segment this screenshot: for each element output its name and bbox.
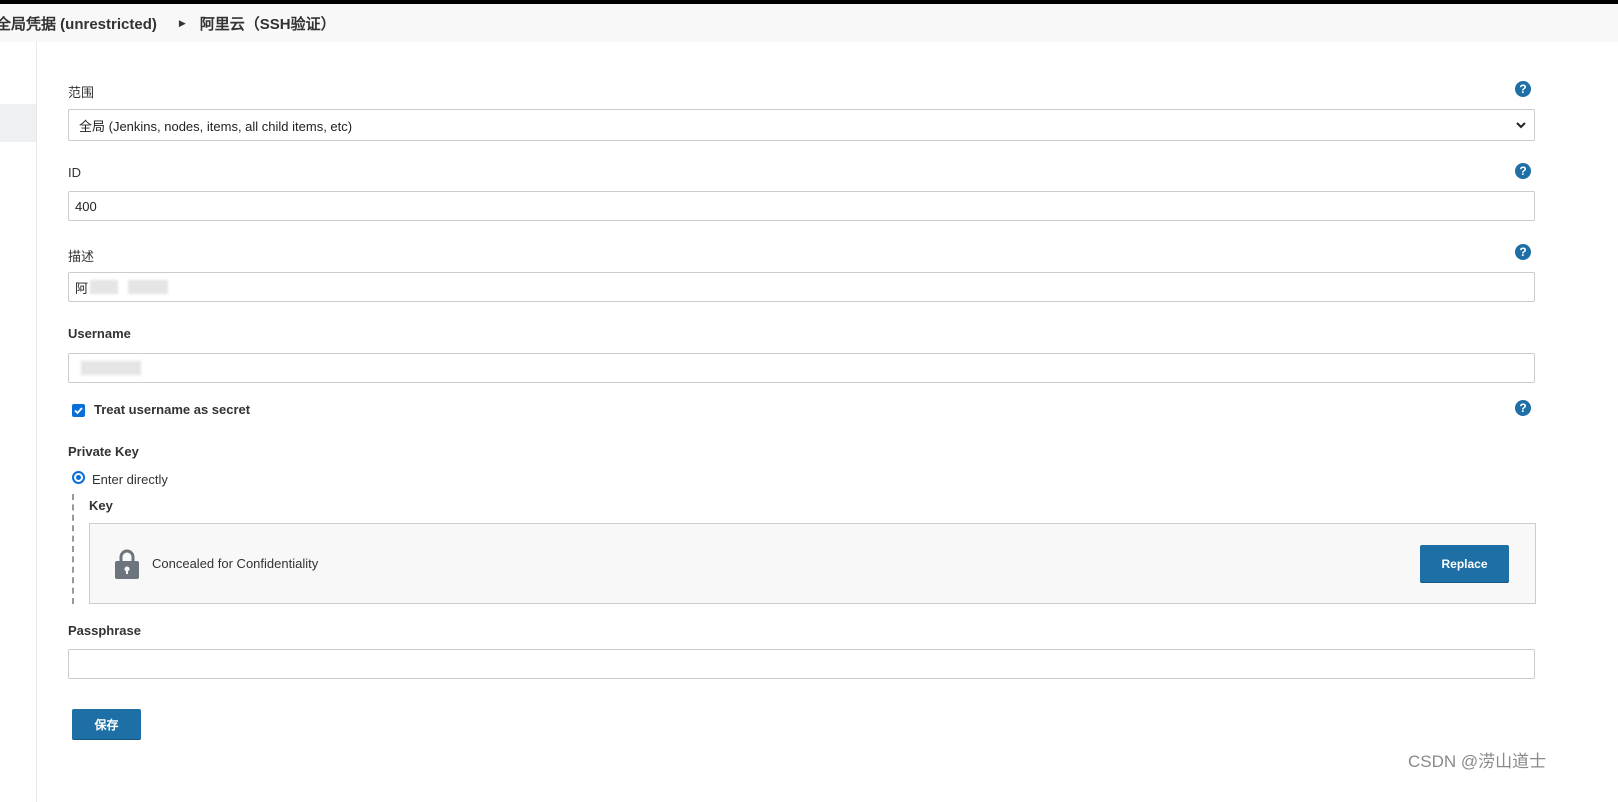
id-value: 400 <box>75 198 97 214</box>
nested-section-rail <box>72 494 74 604</box>
help-icon[interactable]: ? <box>1515 81 1531 97</box>
scope-select[interactable]: 全局 (Jenkins, nodes, items, all child ite… <box>68 109 1535 141</box>
save-button[interactable]: 保存 <box>72 709 141 740</box>
id-label: ID <box>68 165 81 180</box>
enter-directly-radio[interactable] <box>72 471 85 484</box>
breadcrumb: 全局凭据 (unrestricted) ▶ 阿里云（SSH验证） <box>0 4 1618 42</box>
key-concealed-box: Concealed for Confidentiality Replace <box>89 523 1536 604</box>
lock-icon <box>115 549 139 579</box>
id-input[interactable]: 400 <box>68 191 1535 221</box>
redacted-text <box>81 361 141 375</box>
breadcrumb-item-credential[interactable]: 阿里云（SSH验证） <box>200 13 336 34</box>
username-input[interactable] <box>68 353 1535 383</box>
side-panel-active-item[interactable] <box>0 104 36 142</box>
username-label: Username <box>68 326 131 341</box>
redacted-text <box>128 280 169 294</box>
watermark: CSDN @涝山道士 <box>1408 752 1547 771</box>
help-icon[interactable]: ? <box>1515 163 1531 179</box>
description-input[interactable]: 阿 <box>68 272 1535 302</box>
breadcrumb-arrow-icon[interactable]: ▶ <box>179 18 186 29</box>
passphrase-input[interactable] <box>68 649 1535 679</box>
help-icon[interactable]: ? <box>1515 400 1531 416</box>
chevron-down-icon <box>1516 122 1526 129</box>
side-panel <box>0 42 37 802</box>
description-label: 描述 <box>68 249 95 264</box>
concealed-text: Concealed for Confidentiality <box>152 556 319 571</box>
help-icon[interactable]: ? <box>1515 244 1531 260</box>
treat-username-secret-checkbox[interactable] <box>72 404 85 417</box>
redacted-text <box>90 280 119 294</box>
replace-button[interactable]: Replace <box>1420 545 1509 583</box>
treat-username-secret-label[interactable]: Treat username as secret <box>94 402 250 417</box>
passphrase-label: Passphrase <box>68 623 141 638</box>
breadcrumb-item-global-credentials[interactable]: 全局凭据 (unrestricted) <box>0 13 157 34</box>
description-value: 阿 <box>75 280 89 296</box>
scope-selected-value: 全局 (Jenkins, nodes, items, all child ite… <box>79 118 353 134</box>
checkmark-icon <box>74 407 83 415</box>
scope-label: 范围 <box>68 85 95 100</box>
enter-directly-label[interactable]: Enter directly <box>92 472 168 487</box>
key-label: Key <box>89 498 113 513</box>
private-key-label: Private Key <box>68 444 139 459</box>
